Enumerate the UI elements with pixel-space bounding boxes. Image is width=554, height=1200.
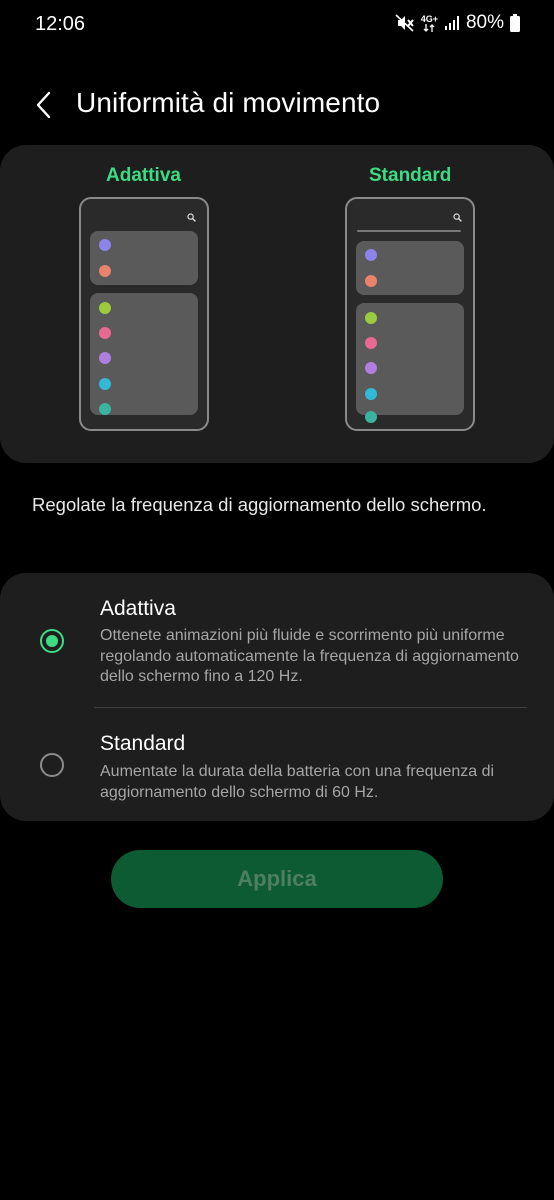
preview-label-standard: Standard bbox=[369, 165, 452, 186]
preview-panel bbox=[90, 231, 198, 285]
preview-card: Adattiva Standard bbox=[0, 145, 554, 463]
preview-phone-standard bbox=[345, 197, 475, 431]
option-description: Ottenete animazioni più fluide e scorrim… bbox=[100, 627, 519, 685]
preview-dot bbox=[99, 378, 111, 390]
preview-dot bbox=[365, 411, 377, 423]
option-description: Aumentate la durata della batteria con u… bbox=[100, 763, 495, 801]
preview-dot bbox=[99, 265, 111, 277]
preview-dot bbox=[99, 302, 111, 314]
options-card: Adattiva Ottenete animazioni più fluide … bbox=[0, 573, 554, 821]
status-icons: 4G+ 80% bbox=[395, 12, 520, 34]
preview-dot bbox=[365, 249, 377, 261]
preview-dot bbox=[99, 239, 111, 251]
search-icon bbox=[187, 213, 196, 222]
status-time: 12:06 bbox=[35, 13, 86, 35]
chevron-left-icon bbox=[36, 91, 51, 119]
signal-icon bbox=[444, 15, 460, 31]
battery-percent: 80% bbox=[465, 12, 504, 33]
preview-dot bbox=[99, 352, 111, 364]
preview-phone-adaptive bbox=[79, 197, 209, 431]
preview-dot bbox=[365, 362, 377, 374]
header: Uniformità di movimento bbox=[0, 80, 554, 130]
preview-dot bbox=[99, 327, 111, 339]
page-title: Uniformità di movimento bbox=[76, 87, 381, 118]
option-adaptive[interactable]: Adattiva Ottenete animazioni più fluide … bbox=[0, 573, 554, 707]
preview-dot bbox=[365, 337, 377, 349]
mute-vibrate-icon bbox=[395, 14, 415, 32]
option-title: Standard bbox=[100, 732, 186, 755]
preview-label-adaptive: Adattiva bbox=[106, 165, 181, 186]
preview-dot bbox=[365, 312, 377, 324]
radio-adaptive[interactable] bbox=[40, 629, 64, 653]
preview-panel bbox=[356, 241, 464, 295]
preview-dot bbox=[365, 275, 377, 287]
search-icon bbox=[453, 213, 462, 222]
preview-topbar bbox=[357, 230, 461, 232]
radio-standard[interactable] bbox=[40, 753, 64, 777]
option-title: Adattiva bbox=[100, 597, 176, 620]
description-text: Regolate la frequenza di aggiornamento d… bbox=[32, 494, 487, 515]
preview-dot bbox=[365, 388, 377, 400]
apply-button[interactable]: Applica bbox=[111, 850, 443, 908]
preview-panel bbox=[90, 293, 198, 415]
option-standard[interactable]: Standard Aumentate la durata della batte… bbox=[0, 708, 554, 821]
preview-dot bbox=[99, 403, 111, 415]
battery-icon bbox=[510, 14, 520, 32]
network-4g-icon: 4G+ bbox=[421, 14, 438, 32]
status-bar: 12:06 4G+ 80% bbox=[0, 0, 554, 50]
back-button[interactable] bbox=[28, 88, 58, 122]
preview-panel bbox=[356, 303, 464, 423]
